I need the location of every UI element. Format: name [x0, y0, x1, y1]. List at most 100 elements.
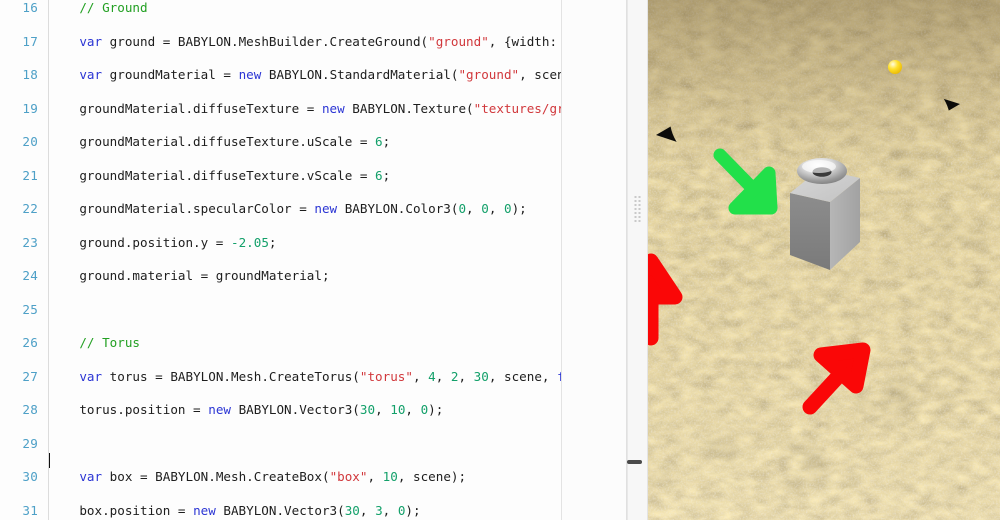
code-line-18[interactable]: 18 var groundMaterial = new BABYLON.Stan…: [0, 67, 562, 84]
splitter-grip-dots[interactable]: [634, 196, 641, 222]
token-key: var: [79, 67, 103, 82]
token-pln: ,: [412, 368, 429, 384]
token-str: "textures/ground.j: [473, 100, 562, 116]
code-line-23[interactable]: 23 ground.position.y = -2.05;: [0, 235, 562, 252]
token-str: "ground": [428, 33, 489, 49]
line-number: 30: [22, 469, 38, 484]
code-line-27[interactable]: 27 var torus = BABYLON.Mesh.CreateTorus(…: [0, 369, 562, 386]
line-number: 20: [22, 134, 38, 149]
line-number: 25: [22, 301, 38, 317]
token-pln: [49, 67, 79, 82]
token-num: 10: [382, 469, 398, 484]
token-pln: );: [428, 402, 444, 417]
grip-dot: [638, 204, 640, 206]
token-pln: box = BABYLON.Mesh.CreateBox(: [102, 469, 330, 484]
token-pln: [49, 34, 79, 49]
token-pln: ,: [367, 469, 383, 484]
code-line-24[interactable]: 24 ground.material = groundMaterial;: [0, 268, 562, 285]
token-pln: );: [405, 502, 421, 518]
line-number: 19: [22, 100, 38, 116]
horizontal-scrollbar-track[interactable]: [0, 455, 627, 467]
line-number: 27: [22, 368, 38, 384]
line-number: 17: [22, 33, 38, 49]
code-line-text: ground.position.y = -2.05;: [49, 234, 277, 252]
token-key: new: [193, 502, 216, 518]
token-num: 4: [428, 368, 436, 384]
token-pln: BABYLON.Texture(: [344, 100, 474, 116]
code-line-text: // Ground: [49, 0, 147, 17]
token-pln: [49, 469, 79, 484]
light-sphere: [888, 60, 902, 74]
code-line-19[interactable]: 19 groundMaterial.diffuseTexture = new B…: [0, 101, 562, 118]
token-pln: ground.material = groundMaterial;: [49, 268, 330, 283]
code-line-30[interactable]: 30 var box = BABYLON.Mesh.CreateBox("box…: [0, 469, 562, 486]
grip-dot: [634, 200, 636, 202]
token-pln: groundMaterial.diffuseTexture.vScale =: [49, 167, 376, 183]
grip-dot: [634, 208, 636, 210]
code-line-28[interactable]: 28 torus.position = new BABYLON.Vector3(…: [0, 402, 562, 419]
token-num: 30: [344, 502, 360, 518]
token-num: 6: [375, 134, 383, 149]
horizontal-scrollbar-thumb[interactable]: [627, 460, 642, 464]
code-line-text: groundMaterial.diffuseTexture.uScale = 6…: [49, 134, 390, 151]
code-line-25[interactable]: 25: [0, 302, 562, 319]
torus-mesh: [797, 158, 847, 184]
token-pln: BABYLON.Vector3(: [230, 402, 360, 417]
code-line-20[interactable]: 20 groundMaterial.diffuseTexture.uScale …: [0, 134, 562, 151]
token-pln: ,: [488, 201, 504, 216]
code-editor-pane[interactable]: 16 // Ground 17 var ground = BABYLON.Mesh…: [0, 0, 628, 520]
code-line-31[interactable]: 31 box.position = new BABYLON.Vector3(30…: [0, 503, 562, 520]
grip-dot: [638, 216, 640, 218]
code-area-right-border: [561, 0, 562, 520]
line-number: 18: [22, 67, 38, 82]
code-editor-viewport[interactable]: 16 // Ground 17 var ground = BABYLON.Mesh…: [0, 0, 562, 520]
line-number: 31: [22, 502, 38, 518]
code-line-22[interactable]: 22 groundMaterial.specularColor = new BA…: [0, 201, 562, 218]
code-line-text: var box = BABYLON.Mesh.CreateBox("box" , …: [49, 469, 466, 486]
code-line-text: var torus = BABYLON.Mesh.CreateTorus("to…: [49, 369, 562, 386]
token-num: 0: [481, 201, 489, 216]
scene-preview-canvas[interactable]: [648, 0, 1000, 520]
code-line-text: var ground = BABYLON.MeshBuilder.CreateG…: [49, 34, 562, 51]
code-line-21[interactable]: 21 groundMaterial.diffuseTexture.vScale …: [0, 168, 562, 185]
grip-dot: [638, 220, 640, 222]
grip-dot: [634, 204, 636, 206]
token-key: new: [208, 402, 231, 417]
token-pln: groundMaterial.diffuseTexture.uScale =: [49, 134, 376, 149]
code-lines-container[interactable]: 16 // Ground 17 var ground = BABYLON.Mesh…: [0, 0, 562, 520]
pane-splitter[interactable]: [627, 0, 648, 520]
line-number: 23: [22, 234, 38, 250]
token-key: new: [314, 201, 338, 216]
grip-dot: [634, 216, 636, 218]
code-line-17[interactable]: 17 var ground = BABYLON.MeshBuilder.Crea…: [0, 34, 562, 51]
code-line-16[interactable]: 16 // Ground: [0, 0, 562, 17]
token-pln: ,: [375, 402, 391, 417]
token-key: var: [79, 33, 103, 49]
token-pln: , scene);: [519, 67, 562, 82]
token-pln: , {width:: [488, 33, 562, 49]
token-num: 2: [450, 368, 459, 384]
token-pln: ;: [268, 234, 277, 250]
token-pln: groundMaterial.specularColor =: [49, 201, 315, 216]
token-pln: BABYLON.Color3(: [337, 201, 459, 216]
code-line-26[interactable]: 26 // Torus: [0, 335, 562, 352]
code-line-text: groundMaterial.diffuseTexture = new BABY…: [49, 101, 562, 118]
token-key: new: [238, 67, 262, 82]
line-number: 26: [22, 335, 38, 350]
token-pln: ;: [382, 167, 391, 183]
token-pln: [49, 335, 79, 350]
code-line-text: groundMaterial.specularColor = new BABYL…: [49, 201, 527, 218]
grip-dot: [638, 200, 640, 202]
babylon-render-surface[interactable]: [648, 0, 1000, 520]
gutter-separator: [48, 0, 49, 520]
token-pln: ,: [435, 368, 451, 384]
token-pln: BABYLON.Vector3(: [215, 502, 345, 518]
grip-dot: [634, 212, 636, 214]
code-line-29[interactable]: 29: [0, 436, 562, 453]
token-num: 30: [473, 368, 489, 384]
token-pln: box.position =: [49, 502, 194, 518]
code-line-text: // Torus: [49, 335, 140, 352]
token-pln: ,: [405, 402, 421, 417]
token-pln: );: [511, 201, 527, 216]
grip-dot: [634, 220, 636, 222]
